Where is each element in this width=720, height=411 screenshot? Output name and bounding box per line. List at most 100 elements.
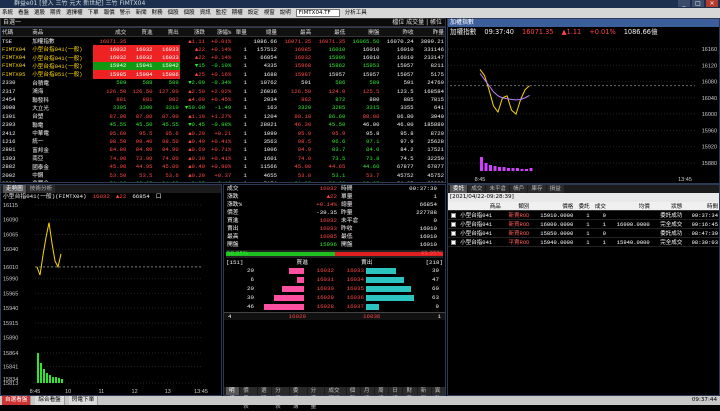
menu-item[interactable]: 說明 (280, 8, 291, 18)
order-row[interactable]: 小型台指041 新買ROD 15850.0000 1 0 委託成功 08:47:30 (448, 228, 719, 238)
menu-item[interactable]: 報價 (104, 8, 115, 18)
checkbox[interactable] (450, 239, 456, 245)
table-row[interactable]: 2330 台積電 589 588 589 ▼2.00 -0.34% 1 10762 591 586 5… (1, 79, 445, 87)
table-row[interactable]: 2412 中華電 95.60 95.5 95.6 ▲0.20 +0.21 1 1099 95.9 9… (1, 129, 445, 138)
order-checkbox[interactable] (448, 237, 457, 247)
table-row[interactable]: FIMTX04 小型台指041(一般) 16032 16032 16033 ▲22 +0.1… (1, 53, 445, 62)
menu-item[interactable]: 下單 (88, 8, 99, 18)
table-row[interactable]: TSE 加權指數 16071.35 ▲1.11 +0.01% 1086.66 16071.3… (1, 37, 445, 46)
tab[interactable]: 走勢圖 (3, 185, 26, 193)
menu-item[interactable]: 資訊 (200, 8, 211, 18)
symbol-input[interactable]: FIMTX04.TF (295, 9, 340, 17)
table-row[interactable]: 1301 台塑 87.90 87.80 87.90 ▲1.10 +1.27% 1 1204 88.… (1, 112, 445, 121)
tab[interactable]: 月線 (360, 387, 375, 402)
checkbox[interactable] (450, 221, 456, 227)
orders-column-header[interactable] (448, 202, 457, 211)
order-book-row[interactable]: 6 16031 16034 47 (224, 276, 445, 285)
order-checkbox[interactable] (448, 228, 457, 238)
menu-item-analysis[interactable]: 分析工具 (345, 8, 367, 18)
tab[interactable]: 帳戶 (510, 185, 528, 193)
column-header[interactable]: 商品 (31, 28, 94, 37)
tab[interactable]: 未平倉 (486, 185, 510, 193)
tab[interactable]: 成交 (468, 185, 486, 193)
orders-column-header[interactable]: 均價 (606, 202, 651, 211)
menu-item[interactable]: 系統 (2, 8, 13, 18)
order-row[interactable]: 小型台指041 新賣ROD 15910.0000 1 0 委託成功 09:37:34 (448, 210, 719, 220)
column-header[interactable]: 買進 (127, 28, 154, 37)
column-header[interactable]: 漲跌 (179, 28, 206, 37)
order-book-row[interactable]: 30 16029 16036 63 (224, 294, 445, 303)
order-row[interactable]: 小型台指041 平賣ROD 15940.0000 1 1 15940.0000 完全成交 08… (448, 237, 719, 247)
status-tab-overview[interactable]: 綜合看盤 (35, 396, 65, 405)
tab[interactable]: 周線 (375, 387, 389, 402)
order-book-row[interactable]: 20 16032 16033 39 (224, 267, 445, 276)
order-book-row[interactable]: 20 16030 16035 60 (224, 285, 445, 294)
menu-item[interactable]: 看盤 (18, 8, 29, 18)
menu-item[interactable]: 期權 (232, 8, 243, 18)
orders-column-header[interactable]: 委託 (574, 202, 591, 211)
menu-item[interactable]: 新聞 (136, 8, 147, 18)
menu-item[interactable]: 個股 (168, 8, 179, 18)
orders-column-header[interactable]: 商品 (459, 202, 502, 211)
tab[interactable]: 分價表 (272, 387, 289, 410)
orders-column-header[interactable]: 價格 (530, 202, 575, 211)
status-tab-quick-order[interactable]: 閃電下單 (68, 396, 99, 405)
tab[interactable]: 分價量 (307, 387, 325, 410)
index-intraday-chart[interactable]: 16160 16120 16080 16040 16000 15960 15920 15880… (448, 37, 719, 183)
column-header[interactable]: 代碼 (1, 28, 32, 37)
checkbox[interactable] (450, 212, 456, 218)
table-row[interactable]: 2882 國泰金 45.00 44.95 45.00 ▲0.40 +0.90% 1 11566 4… (1, 162, 445, 171)
column-header[interactable]: 昨收 (380, 28, 415, 37)
table-row[interactable]: 3008 大立光 3305 3300 3310 ▼50.00 -1.49 1 163 3320 32… (1, 104, 445, 112)
close-button[interactable]: × (706, 0, 718, 7)
order-book-row[interactable]: 46 16028 16037 9 (224, 303, 445, 312)
menu-item[interactable]: 警示 (120, 8, 131, 18)
tab[interactable]: 庫存 (528, 185, 546, 193)
table-row[interactable]: 1303 南亞 74.00 73.90 74.00 ▲0.30 +0.41% 1 1601 74.… (1, 154, 445, 163)
tab[interactable]: 選股 (257, 387, 272, 402)
maximize-button[interactable]: □ (692, 0, 704, 7)
checkbox[interactable] (450, 230, 456, 236)
column-header[interactable]: 漲幅% (205, 28, 233, 37)
minimize-button[interactable]: _ (678, 0, 690, 7)
tab[interactable]: 異動 (431, 387, 445, 402)
orders-column-header[interactable]: 狀態 (653, 202, 684, 211)
menu-item[interactable]: 選股 (34, 8, 45, 18)
tab[interactable]: 日線 (389, 387, 403, 402)
orders-column-header[interactable]: 時間 (683, 202, 719, 211)
column-header[interactable]: 成交 (93, 28, 128, 37)
orders-column-header[interactable]: 成交 (590, 202, 607, 211)
menu-item[interactable]: 選擇權 (66, 8, 83, 18)
table-row[interactable]: FIMTX05 小型台指051(一般) 15985 15984 15986 ▲25 +0.1… (1, 70, 445, 79)
tab[interactable]: 個股 (346, 387, 360, 402)
column-header[interactable]: 最高 (278, 28, 313, 37)
tab[interactable]: 委託 (450, 185, 468, 193)
table-row[interactable]: 1216 統一 98.50 98.40 98.50 ▲0.40 +0.41% 1 3563 98.… (1, 137, 445, 146)
menu-item[interactable]: 監控 (216, 8, 227, 18)
table-row[interactable]: 2881 富邦金 84.80 84.80 84.90 ▲0.60 +0.71% 1 1006 84… (1, 146, 445, 154)
tab[interactable]: 價量表 (240, 387, 257, 410)
table-row[interactable]: FIMTX04 小型台指041(一般) 16032 16032 16033 ▲22 +0.1… (1, 45, 445, 54)
futures-intraday-chart[interactable]: 16115 16090 16065 16040 16010 15990 15965 15940… (1, 201, 221, 395)
menu-item[interactable]: 期貨 (50, 8, 61, 18)
table-row[interactable]: 2317 鴻海 126.50 126.50 127.00 ▲2.50 +2.02% 1 2603… (1, 87, 445, 96)
column-header[interactable]: 昨量 (414, 28, 445, 37)
column-header[interactable]: 總量 (247, 28, 279, 37)
tab[interactable]: 技術分析 (26, 185, 56, 193)
table-row[interactable]: 2454 聯發科 881 881 882 ▲4.00 +0.45% 1 2034 882 872 88… (1, 95, 445, 104)
table-row[interactable]: 2303 聯電 45.55 45.50 45.55 ▼0.45 -0.98% 1 28921 46… (1, 121, 445, 129)
tab[interactable]: 損益 (546, 185, 564, 193)
tab[interactable]: 委託簿 (289, 387, 307, 410)
menu-item[interactable]: 視窗 (264, 8, 275, 18)
tab[interactable]: 財務 (403, 387, 417, 402)
column-header[interactable]: 最低 (312, 28, 347, 37)
order-checkbox[interactable] (448, 210, 457, 220)
menu-item[interactable]: 個股 (184, 8, 195, 18)
table-row[interactable]: 2886兆豐金31.0030.9531.00▼0.05-0.161517431.… (1, 179, 445, 182)
column-header[interactable]: 單量 (232, 28, 248, 37)
column-header[interactable]: 賣出 (153, 28, 180, 37)
menu-item[interactable]: 設定 (248, 8, 259, 18)
menu-item[interactable]: 財務 (152, 8, 163, 18)
table-row[interactable]: FIMTX04 小型台指041(一般) 15942 15941 15942 ▼15 -0.1… (1, 61, 445, 71)
tab[interactable]: 成交明細 (325, 387, 346, 402)
